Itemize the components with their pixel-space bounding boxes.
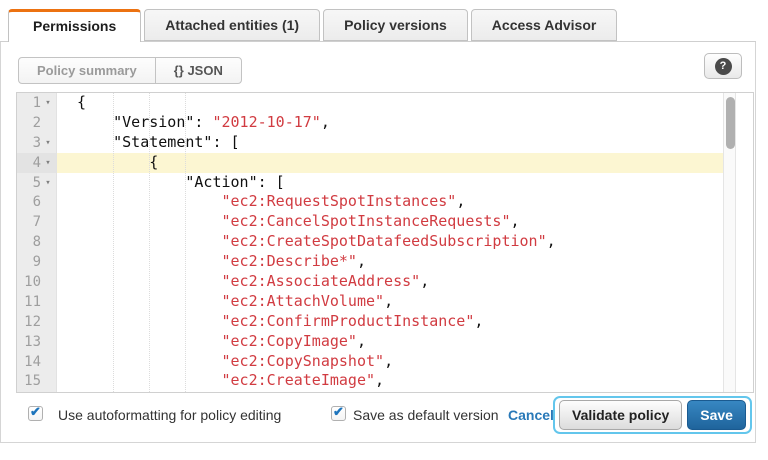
default-version-checkbox[interactable]: ✔	[331, 406, 346, 421]
code-line: {	[57, 93, 753, 113]
tab-policy-versions[interactable]: Policy versions	[323, 9, 468, 41]
code-fold-icon[interactable]: ▾	[41, 98, 55, 108]
gutter-line: 1▾	[17, 93, 56, 113]
code-line: "Statement": [	[57, 133, 753, 153]
gutter-line: 7	[17, 212, 56, 232]
line-number: 15	[17, 373, 41, 389]
line-number: 8	[17, 234, 41, 250]
gutter-line: 3▾	[17, 133, 56, 153]
line-number: 14	[17, 354, 41, 370]
line-number: 13	[17, 334, 41, 350]
line-number: 12	[17, 314, 41, 330]
gutter-line: 12	[17, 312, 56, 332]
tab-attached-entities[interactable]: Attached entities (1)	[144, 9, 320, 41]
code-line: "ec2:CreateImage",	[57, 371, 753, 391]
checkmark-icon: ✔	[333, 404, 344, 420]
code-line: "ec2:AttachVolume",	[57, 292, 753, 312]
tab-bar: Permissions Attached entities (1) Policy…	[8, 9, 617, 42]
editor-code-area[interactable]: { "Version": "2012-10-17", "Statement": …	[57, 93, 753, 392]
autoformat-checkbox[interactable]: ✔	[28, 406, 43, 421]
help-icon: ?	[715, 58, 732, 75]
editor-scrollbar[interactable]	[723, 93, 736, 392]
code-line: "ec2:Describe*",	[57, 252, 753, 272]
cancel-link[interactable]: Cancel	[508, 407, 554, 423]
gutter-line: 8	[17, 232, 56, 252]
code-line: "Version": "2012-10-17",	[57, 113, 753, 133]
code-line: "ec2:CancelSpotInstanceRequests",	[57, 212, 753, 232]
policy-json-editor[interactable]: 1▾23▾4▾5▾6789101112131415 { "Version": "…	[16, 92, 754, 393]
gutter-line: 4▾	[17, 153, 56, 173]
line-number: 2	[17, 115, 41, 131]
autoformat-label: Use autoformatting for policy editing	[58, 407, 281, 423]
help-button[interactable]: ?	[704, 53, 742, 79]
json-view-button[interactable]: {} JSON	[156, 58, 241, 83]
editor-footer: ✔ Use autoformatting for policy editing …	[0, 394, 756, 438]
line-number: 9	[17, 254, 41, 270]
save-button[interactable]: Save	[687, 400, 746, 430]
code-fold-icon[interactable]: ▾	[41, 158, 55, 168]
validate-policy-button[interactable]: Validate policy	[559, 400, 682, 430]
line-number: 6	[17, 194, 41, 210]
indent-guide	[185, 93, 186, 392]
editor-gutter: 1▾23▾4▾5▾6789101112131415	[17, 93, 57, 392]
line-number: 5	[17, 175, 41, 191]
gutter-line: 6	[17, 192, 56, 212]
iam-policy-editor-page: Permissions Attached entities (1) Policy…	[0, 0, 768, 460]
line-number: 3	[17, 135, 41, 151]
action-button-group: Validate policy Save	[553, 396, 752, 434]
code-fold-icon[interactable]: ▾	[41, 138, 55, 148]
code-line: "ec2:ConfirmProductInstance",	[57, 312, 753, 332]
code-fold-icon[interactable]: ▾	[41, 178, 55, 188]
gutter-line: 5▾	[17, 173, 56, 193]
code-line: "ec2:CopyImage",	[57, 332, 753, 352]
gutter-line: 2	[17, 113, 56, 133]
line-number: 7	[17, 214, 41, 230]
code-line: "ec2:AssociateAddress",	[57, 272, 753, 292]
gutter-line: 14	[17, 352, 56, 372]
line-number: 11	[17, 294, 41, 310]
line-number: 4	[17, 155, 41, 171]
tab-permissions[interactable]: Permissions	[8, 9, 141, 42]
gutter-line: 13	[17, 332, 56, 352]
policy-summary-button[interactable]: Policy summary	[19, 58, 156, 83]
checkmark-icon: ✔	[30, 404, 41, 420]
gutter-line: 9	[17, 252, 56, 272]
code-line: "ec2:CopySnapshot",	[57, 352, 753, 372]
code-line: "ec2:CreateSpotDatafeedSubscription",	[57, 232, 753, 252]
indent-guide	[149, 93, 150, 392]
code-line: "ec2:RequestSpotInstances",	[57, 192, 753, 212]
line-number: 1	[17, 95, 41, 111]
code-line: {	[57, 153, 753, 173]
code-line: "Action": [	[57, 173, 753, 193]
tab-access-advisor[interactable]: Access Advisor	[471, 9, 618, 41]
gutter-line: 11	[17, 292, 56, 312]
default-version-label: Save as default version	[353, 407, 499, 423]
gutter-line: 10	[17, 272, 56, 292]
scrollbar-thumb[interactable]	[726, 97, 735, 149]
view-switcher: Policy summary {} JSON	[18, 57, 242, 84]
gutter-line: 15	[17, 371, 56, 391]
line-number: 10	[17, 274, 41, 290]
indent-guide	[113, 93, 114, 392]
